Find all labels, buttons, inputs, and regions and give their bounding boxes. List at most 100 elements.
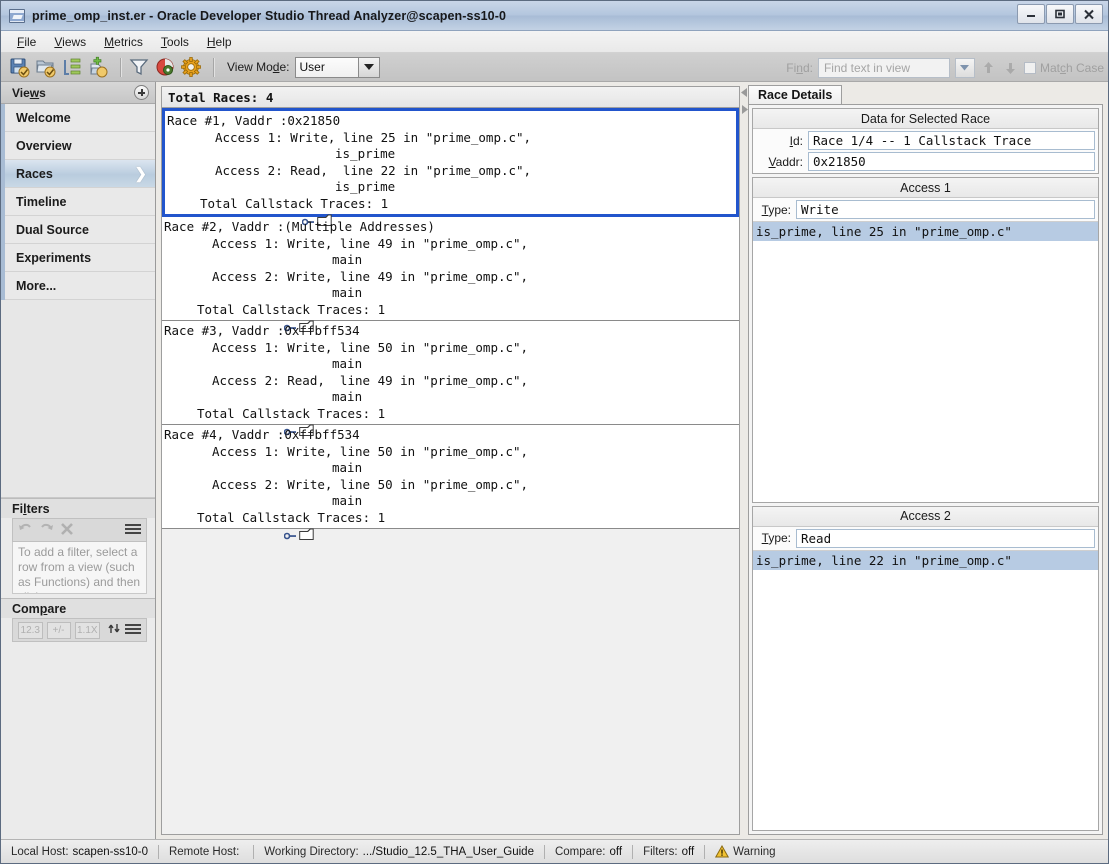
sidebar-item-races[interactable]: Races ❯ [5,160,155,188]
working-dir-label: Working Directory: [264,845,359,858]
local-host-value: scapen-ss10-0 [72,845,148,858]
match-case-checkbox[interactable]: Match Case [1023,60,1104,75]
race-access1: Access 1: Write, line 49 in "prime_omp.c… [212,235,529,251]
sidebar-item-more[interactable]: More... [5,272,155,300]
sidebar-item-overview[interactable]: Overview [5,132,155,160]
expand-handle-icon[interactable] [164,305,297,332]
filters-toolbar [12,518,147,542]
callstack-entry[interactable]: is_prime, line 25 in "prime_omp.c" [753,222,1098,241]
sidebar-item-welcome[interactable]: Welcome [5,104,155,132]
status-working-directory: Working Directory: .../Studio_12.5_THA_U… [264,846,544,858]
race-row-1[interactable]: Race #1, Vaddr :0x21850 Access 1: Write,… [162,108,739,226]
race-access2: Access 2: Write, line 50 in "prime_omp.c… [212,476,529,492]
sidebar-item-experiments[interactable]: Experiments [5,244,155,272]
access-2-title: Access 2 [753,506,1098,527]
local-host-label: Local Host: [11,845,69,858]
redo-icon[interactable] [39,522,54,539]
expand-handle-icon[interactable] [164,409,297,436]
race-access1-function: main [332,356,363,371]
chevron-right-icon: ❯ [134,165,147,182]
access-1-type-value[interactable]: Write [796,200,1095,219]
close-button[interactable] [1075,4,1103,24]
race-title: Race #3, Vaddr :0xffbff534 [164,323,360,338]
race-title: Race #1, Vaddr :0x21850 [167,113,341,128]
race-access1-function: main [332,460,363,475]
undo-icon[interactable] [18,522,33,539]
sidebar-item-timeline[interactable]: Timeline [5,188,155,216]
race-title: Race #4, Vaddr :0xffbff534 [164,427,360,442]
expand-handle-icon[interactable] [164,513,297,540]
compare-ratio-button[interactable]: 1.1X [74,621,100,639]
status-warning[interactable]: Warning [715,844,785,858]
plus-circle-icon[interactable] [134,85,149,100]
race-access2-function: main [332,493,363,508]
access-1-title: Access 1 [753,178,1098,198]
left-sidebar: Views Welcome Overview Races ❯ Timeline [1,82,156,839]
maximize-button[interactable] [1046,4,1074,24]
status-divider [157,844,159,859]
race-row-2[interactable]: Race #2, Vaddr :(Multiple Addresses) Acc… [162,217,739,332]
race-access2-function: main [332,285,363,300]
match-case-label: Match Case [1039,60,1104,75]
views-title: Views [12,85,46,100]
race-row-4[interactable]: Race #4, Vaddr :0xffbff534 Access 1: Wri… [162,425,739,540]
status-filters: Filters: off [643,846,704,858]
remote-host-label: Remote Host: [168,845,240,858]
minimize-button[interactable] [1017,4,1045,24]
race-access2: Access 2: Write, line 49 in "prime_omp.c… [212,268,529,284]
filter-menu-icon[interactable] [125,523,141,538]
clear-filter-icon[interactable] [60,522,74,539]
view-mode-dropdown[interactable]: User [294,56,380,78]
races-list: Race #1, Vaddr :0x21850 Access 1: Write,… [162,108,739,834]
race-vaddr-value[interactable]: 0x21850 [808,152,1095,171]
menu-tools[interactable]: Tools [152,33,198,51]
sidebar-item-dual-source[interactable]: Dual Source [5,216,155,244]
expand-handle-icon[interactable] [167,199,315,226]
filters-value: off [681,845,695,858]
race-access2: Access 2: Read, line 49 in "prime_omp.c"… [212,372,529,388]
status-divider [704,844,706,859]
find-next-icon[interactable] [1002,59,1019,77]
compare-panel-title: Com p are [1,598,155,618]
compare-delta-button[interactable]: +/- [46,621,71,639]
access-2-type-value[interactable]: Read [796,528,1095,548]
add-experiment-icon[interactable] [87,56,109,78]
compare-value: off [609,845,623,858]
sidebar-item-label: Overview [16,138,72,153]
filters-label: Filters: [643,845,678,858]
sort-icon[interactable] [108,622,121,638]
callstack-entry[interactable]: is_prime, line 22 in "prime_omp.c" [753,550,1098,570]
compare-menu-icon[interactable] [125,623,141,638]
open-experiment-icon[interactable] [35,56,57,78]
race-callstack-traces-row[interactable]: Total Callstack Traces: 1 [164,510,739,540]
views-list: Welcome Overview Races ❯ Timeline Dual S… [1,104,155,300]
folder-icon [179,407,315,436]
race-callstack-traces-row[interactable]: Total Callstack Traces: 1 [164,406,739,436]
find-previous-icon[interactable] [980,59,997,77]
panel-splitter[interactable] [740,82,748,839]
compare-label: Compare: [554,845,606,858]
menu-help[interactable]: Help [198,33,241,51]
race-callstack-traces-row[interactable]: Total Callstack Traces: 1 [167,196,736,226]
find-input[interactable]: Find text in view [817,57,950,78]
menu-metrics[interactable]: Metrics [95,33,152,51]
race-access1: Access 1: Write, line 50 in "prime_omp.c… [212,339,529,355]
compare-absolute-button[interactable]: 12.3 [18,621,43,639]
find-history-chevron-icon[interactable] [954,57,975,78]
race-access2-function: is_prime [335,179,396,194]
race-row-3[interactable]: Race #3, Vaddr :0xffbff534 Access 1: Wri… [162,321,739,436]
menu-file[interactable]: FFileile [8,33,45,51]
filter-icon[interactable] [128,56,150,78]
collapse-right-icon[interactable] [741,103,748,114]
tab-race-details[interactable]: Race Details [748,85,843,104]
compare-experiments-icon[interactable] [61,56,83,78]
remove-filter-icon[interactable] [154,56,176,78]
status-divider [253,844,255,859]
save-experiment-icon[interactable] [9,56,31,78]
race-callstack-traces-row[interactable]: Total Callstack Traces: 1 [164,302,739,332]
settings-gear-icon[interactable] [180,56,202,78]
collapse-left-icon[interactable] [740,86,748,97]
menu-views[interactable]: Views [45,33,95,51]
race-id-value[interactable]: Race 1/4 -- 1 Callstack Trace [808,131,1095,150]
details-frame: Data for Selected Race Id: Race 1/4 -- 1… [748,104,1103,835]
